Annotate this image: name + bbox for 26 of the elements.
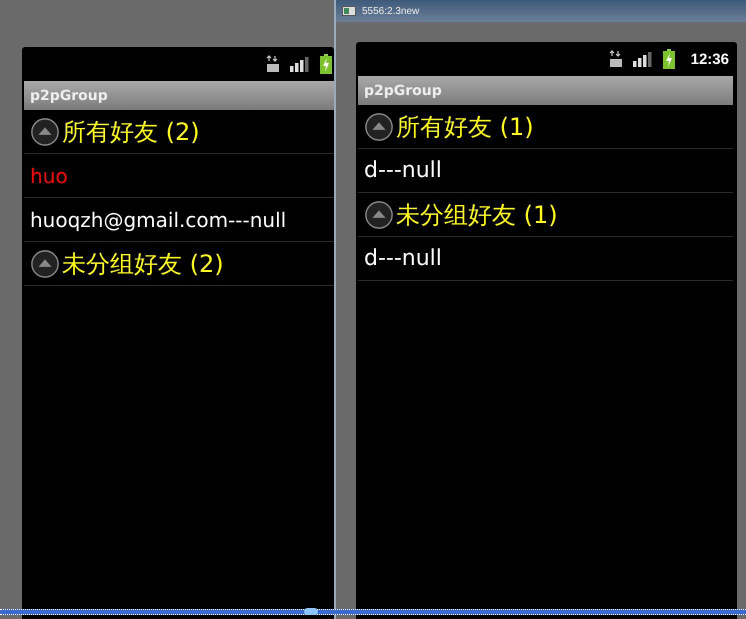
group-label: 未分组好友 (2) (62, 248, 224, 280)
network-3g-icon (266, 55, 280, 73)
group-label: 未分组好友 (1) (396, 200, 558, 230)
contact-label: d---null (364, 158, 442, 183)
contact-row[interactable]: d---null (358, 149, 733, 193)
contact-row[interactable]: d---null (358, 237, 733, 281)
group-row[interactable]: 未分组好友 (2) (24, 242, 334, 286)
network-3g-icon (608, 50, 623, 68)
signal-icon (632, 51, 653, 67)
app-title: p2pGroup (364, 82, 442, 98)
clock-time: 12:36 (690, 50, 729, 68)
contact-label: huo (30, 164, 68, 188)
battery-charging-icon (662, 49, 675, 69)
contact-label: huoqzh@gmail.com---null (30, 208, 286, 232)
contact-label: d---null (364, 246, 442, 271)
app-title: p2pGroup (30, 88, 108, 104)
battery-charging-icon (320, 54, 332, 74)
signal-icon (290, 56, 310, 72)
group-row[interactable]: 所有好友 (1) (358, 105, 733, 149)
group-label: 所有好友 (2) (62, 116, 200, 148)
group-label: 所有好友 (1) (396, 112, 534, 142)
window-title: 5556:2.3new (362, 6, 420, 16)
scroll-thumb[interactable] (304, 608, 318, 615)
group-row[interactable]: 未分组好友 (1) (358, 193, 733, 237)
group-row[interactable]: 所有好友 (2) (24, 110, 334, 154)
window-icon (342, 6, 356, 16)
